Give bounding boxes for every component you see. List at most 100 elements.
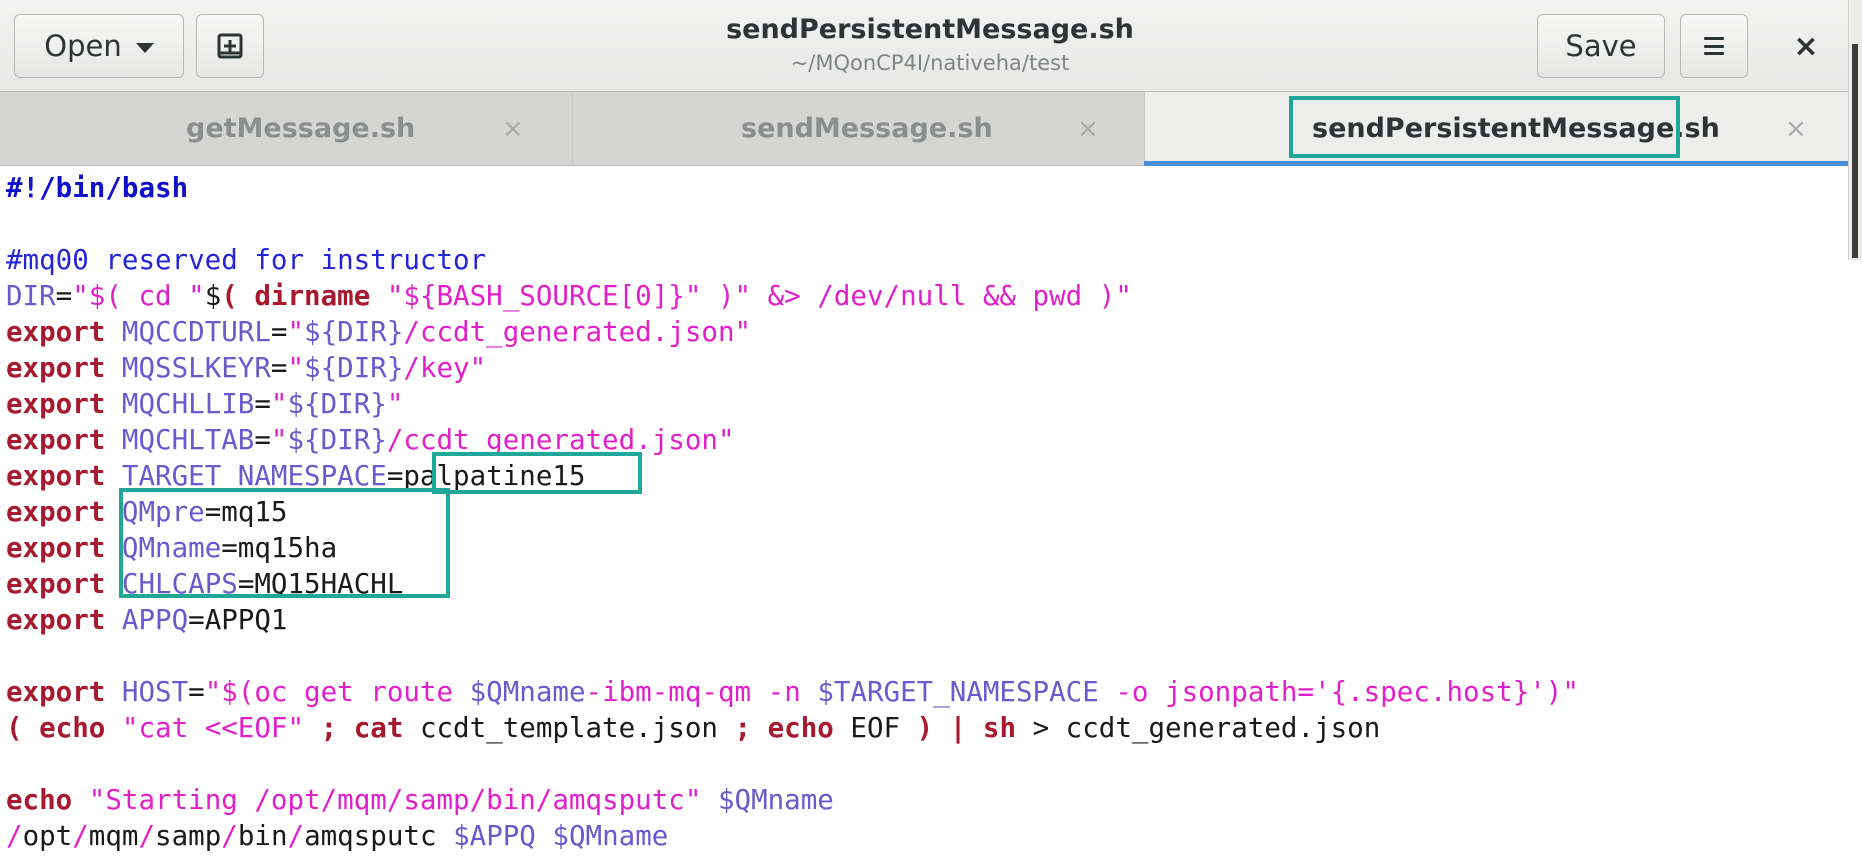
code-token: ${DIR} bbox=[304, 316, 404, 348]
code-line: #mq00 reserved for instructor bbox=[6, 242, 1579, 278]
code-token: ( echo bbox=[6, 712, 122, 744]
menu-button[interactable] bbox=[1680, 14, 1748, 78]
code-token: "$(oc get route bbox=[204, 676, 470, 708]
code-token: export bbox=[6, 496, 122, 528]
code-line: export HOST="$(oc get route $QMname-ibm-… bbox=[6, 674, 1579, 710]
new-tab-button[interactable] bbox=[196, 14, 264, 78]
code-token: MQCCDTURL bbox=[121, 316, 271, 348]
code-token: = bbox=[270, 316, 288, 348]
code-token: /key" bbox=[403, 352, 487, 384]
code-token: APPQ bbox=[121, 604, 189, 636]
code-token: /ccdt_generated.json" bbox=[403, 316, 752, 348]
tab-label: getMessage.sh bbox=[186, 113, 416, 144]
code-token: export bbox=[6, 316, 122, 348]
code-token: =mq15ha bbox=[221, 532, 338, 564]
code-token: = bbox=[188, 676, 205, 708]
code-token: "$( cd " bbox=[72, 280, 205, 312]
code-token: / bbox=[221, 820, 238, 852]
close-icon[interactable]: × bbox=[1077, 114, 1099, 144]
code-token: opt bbox=[22, 820, 73, 852]
code-token: " bbox=[270, 424, 288, 456]
code-token: $ bbox=[204, 280, 222, 312]
code-token: DIR bbox=[6, 280, 56, 312]
tab-label: sendPersistentMessage.sh bbox=[1312, 113, 1720, 144]
code-token: > ccdt_generated.json bbox=[1032, 712, 1381, 744]
code-token: ccdt_template.json bbox=[419, 712, 735, 744]
window-title-block: sendPersistentMessage.sh ~/MQonCP4I/nati… bbox=[640, 12, 1220, 78]
code-token: ; cat bbox=[304, 712, 420, 744]
code-token: export bbox=[6, 460, 122, 492]
code-line: export CHLCAPS=MQ15HACHL bbox=[6, 566, 1579, 602]
code-token: export bbox=[6, 424, 122, 456]
code-token: =MQ15HACHL bbox=[237, 568, 404, 600]
code-token: TARGET_NAMESPACE bbox=[121, 460, 387, 492]
code-token: mqm bbox=[88, 820, 139, 852]
save-button[interactable]: Save bbox=[1537, 14, 1665, 78]
tab-sendpersistentmessage[interactable]: sendPersistentMessage.sh × bbox=[1144, 92, 1848, 165]
code-token: =mq15 bbox=[204, 496, 288, 528]
background-window-mark bbox=[1852, 44, 1858, 258]
code-token: =APPQ1 bbox=[188, 604, 288, 636]
code-token: = bbox=[254, 388, 271, 420]
code-token: "${BASH_SOURCE[0]}" )" &> /dev/null && p… bbox=[386, 280, 1132, 312]
code-token: ( dirname bbox=[221, 280, 387, 312]
chevron-down-icon bbox=[135, 42, 154, 53]
code-text[interactable]: #!/bin/bash #mq00 reserved for instructo… bbox=[6, 170, 1579, 854]
close-icon[interactable]: × bbox=[1785, 114, 1807, 144]
code-token: #!/bin/bash bbox=[6, 172, 189, 204]
code-token: / bbox=[287, 820, 305, 852]
window-close-button[interactable]: × bbox=[1772, 14, 1840, 78]
code-token: QMname bbox=[121, 532, 222, 564]
code-token: samp bbox=[155, 820, 222, 852]
code-token: " bbox=[287, 316, 305, 348]
code-token: ${DIR} bbox=[287, 424, 387, 456]
code-token: MQCHLTAB bbox=[121, 424, 255, 456]
tab-bar: getMessage.sh × sendMessage.sh × sendPer… bbox=[0, 92, 1848, 166]
code-token: /ccdt_generated.json" bbox=[386, 424, 735, 456]
tab-getmessage[interactable]: getMessage.sh × bbox=[0, 92, 572, 165]
code-token: EOF bbox=[850, 712, 917, 744]
close-icon[interactable]: × bbox=[502, 114, 524, 144]
code-token: ) | sh bbox=[916, 712, 1033, 744]
code-token: $QMname bbox=[717, 784, 834, 816]
new-tab-icon bbox=[217, 33, 243, 59]
code-token: ${DIR} bbox=[304, 352, 404, 384]
code-token: export bbox=[6, 532, 122, 564]
code-token: ${DIR} bbox=[287, 388, 387, 420]
hamburger-menu-icon bbox=[1704, 37, 1724, 55]
code-token: = bbox=[270, 352, 288, 384]
code-token: / bbox=[72, 820, 89, 852]
close-icon: × bbox=[1793, 28, 1819, 64]
window-subtitle-path: ~/MQonCP4I/nativeha/test bbox=[790, 51, 1070, 75]
code-token: / bbox=[6, 820, 23, 852]
code-token: $APPQ $QMname bbox=[453, 820, 669, 852]
code-line: export APPQ=APPQ1 bbox=[6, 602, 1579, 638]
code-token: export bbox=[6, 676, 122, 708]
tab-sendmessage[interactable]: sendMessage.sh × bbox=[572, 92, 1144, 165]
code-editor[interactable]: #!/bin/bash #mq00 reserved for instructo… bbox=[0, 166, 1848, 868]
code-token: = bbox=[254, 424, 271, 456]
code-token: echo bbox=[6, 784, 89, 816]
code-line: export MQSSLKEYR="${DIR}/key" bbox=[6, 350, 1579, 386]
code-line: export MQCHLLIB="${DIR}" bbox=[6, 386, 1579, 422]
code-token: QMpre bbox=[121, 496, 205, 528]
code-token: bin bbox=[237, 820, 288, 852]
background-window-edge bbox=[1848, 0, 1862, 260]
code-line: #!/bin/bash bbox=[6, 170, 1579, 206]
code-token: export bbox=[6, 388, 122, 420]
code-token: HOST bbox=[121, 676, 189, 708]
code-token: CHLCAPS bbox=[121, 568, 238, 600]
code-token: "Starting /opt/mqm/samp/bin/amqsputc" bbox=[88, 784, 718, 816]
code-token: amqsputc bbox=[304, 820, 454, 852]
open-button[interactable]: Open bbox=[14, 14, 184, 78]
code-token: " bbox=[287, 352, 305, 384]
code-token: MQSSLKEYR bbox=[121, 352, 271, 384]
header-bar: Open sendPersistentMessage.sh ~/MQonCP4I… bbox=[0, 0, 1862, 92]
code-token: = bbox=[55, 280, 73, 312]
code-token: ; echo bbox=[734, 712, 851, 744]
code-token: "cat <<EOF" bbox=[121, 712, 305, 744]
code-token: =palpatine15 bbox=[386, 460, 586, 492]
code-token: / bbox=[138, 820, 156, 852]
